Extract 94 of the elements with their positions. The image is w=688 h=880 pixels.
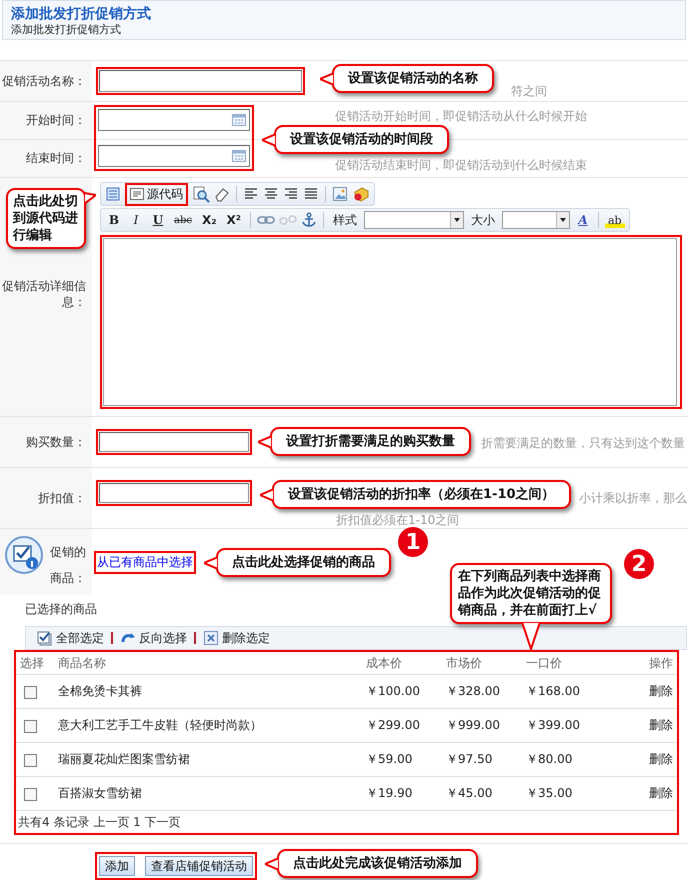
checkbox-icon <box>37 630 53 646</box>
hint-text: 促销活动开始时间，即促销活动从什么时候开始 <box>335 109 587 123</box>
hint-text: 促销活动结束时间，即促销活动到什么时候结束 <box>335 158 587 172</box>
hint-text: 折需要满足的数量，只有达到这个数量 <box>481 435 685 452</box>
field-label: 促销的商品： <box>49 544 86 587</box>
format-button[interactable]: abc <box>171 214 195 226</box>
delete-link[interactable]: 删除 <box>649 684 673 698</box>
table-cell: ￥45.00 <box>442 776 522 810</box>
callout-pointer <box>262 132 276 146</box>
table-cell: ￥19.90 <box>362 776 442 810</box>
toolbar-button[interactable]: 全部选定 <box>34 630 107 646</box>
callout-pointer <box>260 488 274 502</box>
callout-pointer <box>258 434 272 448</box>
table-cell: 全棉免烫卡其裤 <box>54 674 362 708</box>
row-checkbox[interactable] <box>24 720 37 733</box>
form-button[interactable]: 添加 <box>99 856 135 876</box>
choose-products-link[interactable]: 从已有商品中选择 <box>97 554 193 571</box>
page-title: 添加批发打折促销方式 <box>11 6 152 23</box>
table-cell: ￥80.00 <box>522 742 590 776</box>
style-dropdown[interactable] <box>364 211 464 229</box>
delete-link[interactable]: 删除 <box>649 718 673 732</box>
table-cell: ￥168.00 <box>522 674 590 708</box>
size-dropdown[interactable] <box>502 211 570 229</box>
column-header: 商品名称 <box>54 652 362 674</box>
source-code-button[interactable]: 源代码 <box>127 184 186 204</box>
step-number: 2 <box>624 549 654 579</box>
row-checkbox[interactable] <box>24 788 37 801</box>
delete-link[interactable]: 删除 <box>649 752 673 766</box>
field-label: 开始时间： <box>0 102 92 139</box>
highlight-color-button[interactable]: ab <box>605 212 625 228</box>
table-cell: ￥35.00 <box>522 776 590 810</box>
table-cell: ￥59.00 <box>362 742 442 776</box>
table-cell: ￥999.00 <box>442 708 522 742</box>
table-cell: 瑞丽夏花灿烂图案雪纺裙 <box>54 742 362 776</box>
table-cell: ￥299.00 <box>362 708 442 742</box>
callout-pointer <box>320 72 334 86</box>
callout: 点击此处切到源代码进行编辑 <box>6 188 86 249</box>
format-button[interactable]: I <box>127 212 145 228</box>
table-cell: ￥399.00 <box>522 708 590 742</box>
hint-text: 小计乘以折率，那么 <box>579 490 687 507</box>
callout: 点击此处选择促销的商品 <box>216 548 391 577</box>
field-label: 结束时间： <box>0 140 92 177</box>
column-header: 一口价 <box>522 652 590 674</box>
table-cell: 意大利工艺手工牛皮鞋（轻便时尚款） <box>54 708 362 742</box>
callout: 设置该促销活动的时间段 <box>274 125 449 154</box>
toolbar-button[interactable]: 删除选定 <box>200 630 273 646</box>
format-button[interactable]: B <box>105 212 123 228</box>
callout: 在下列商品列表中选择商品作为此次促销活动的促销商品，并在前面打上√ <box>450 563 612 624</box>
toolbar-button[interactable]: 反向选择 <box>117 630 190 646</box>
callout: 点击此处完成该促销活动添加 <box>277 849 478 878</box>
anchor-icon[interactable] <box>301 212 317 228</box>
row-checkbox[interactable] <box>24 686 37 699</box>
page-icon[interactable] <box>105 186 121 202</box>
font-color-button[interactable]: A <box>574 212 592 228</box>
field-label: 促销活动详细信息： <box>1 278 86 310</box>
date-field[interactable] <box>98 109 250 131</box>
format-button[interactable]: U <box>149 212 167 228</box>
column-header: 操作 <box>590 652 677 674</box>
hint-text: 折扣值必须在1-10之间 <box>336 512 460 529</box>
table-cell: 百搭淑女雪纺裙 <box>54 776 362 810</box>
page-subtitle: 添加批发打折促销方式 <box>11 23 122 37</box>
format-button[interactable]: X₂ <box>198 212 220 228</box>
row-checkbox[interactable] <box>24 754 37 767</box>
section-title: 已选择的商品 <box>25 601 97 618</box>
callout: 设置打折需要满足的购买数量 <box>270 427 471 456</box>
preview-icon[interactable] <box>192 185 210 203</box>
size-label: 大小 <box>470 212 496 228</box>
document-icon <box>130 188 144 200</box>
callout-pointer <box>265 856 279 870</box>
step-number: 1 <box>398 527 428 557</box>
column-header: 市场价 <box>442 652 522 674</box>
eraser-icon[interactable] <box>214 186 230 202</box>
hint-text: 符之间 <box>511 83 547 100</box>
table-cell: ￥100.00 <box>362 674 442 708</box>
form-button[interactable]: 查看店铺促销活动 <box>145 856 253 876</box>
column-header: 选择 <box>16 652 54 674</box>
delete-icon <box>203 630 219 646</box>
plugin-icon[interactable] <box>352 186 370 202</box>
style-label: 样式 <box>332 212 358 228</box>
date-field[interactable] <box>98 145 250 167</box>
table-cell: ￥97.50 <box>442 742 522 776</box>
field-label: 促销活动名称： <box>0 61 92 101</box>
callout: 设置该促销活动的折扣率（必须在1-10之间） <box>272 480 571 509</box>
format-button[interactable]: X² <box>223 212 244 228</box>
checklist-info-icon <box>4 535 44 575</box>
field-label: 折扣值： <box>0 468 92 528</box>
delete-link[interactable]: 删除 <box>649 786 673 800</box>
image-icon[interactable] <box>332 186 348 202</box>
column-header: 成本价 <box>362 652 442 674</box>
callout-pointer <box>204 556 218 570</box>
table-cell: ￥328.00 <box>442 674 522 708</box>
pagination-text: 共有4 条记录 上一页 1 下一页 <box>17 814 182 831</box>
field-label: 购买数量： <box>0 417 92 467</box>
callout: 设置该促销活动的名称 <box>332 64 494 93</box>
